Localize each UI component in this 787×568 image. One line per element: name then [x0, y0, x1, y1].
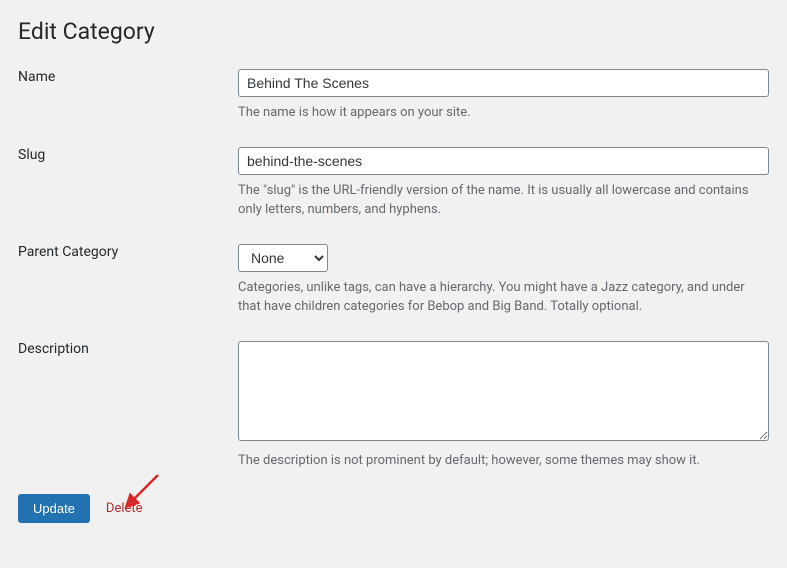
slug-help: The "slug" is the URL-friendly version o… — [238, 181, 769, 220]
page-title: Edit Category — [18, 18, 769, 45]
update-button[interactable]: Update — [18, 494, 90, 523]
name-label: Name — [18, 69, 55, 85]
parent-help: Categories, unlike tags, can have a hier… — [238, 278, 769, 317]
slug-input[interactable] — [238, 147, 769, 175]
parent-label: Parent Category — [18, 244, 118, 260]
name-help: The name is how it appears on your site. — [238, 103, 769, 123]
parent-select[interactable]: None — [238, 244, 328, 272]
description-textarea[interactable] — [238, 341, 769, 441]
delete-link[interactable]: Delete — [106, 501, 143, 516]
name-input[interactable] — [238, 69, 769, 97]
description-label: Description — [18, 341, 89, 357]
description-help: The description is not prominent by defa… — [238, 451, 769, 471]
slug-label: Slug — [18, 147, 45, 163]
